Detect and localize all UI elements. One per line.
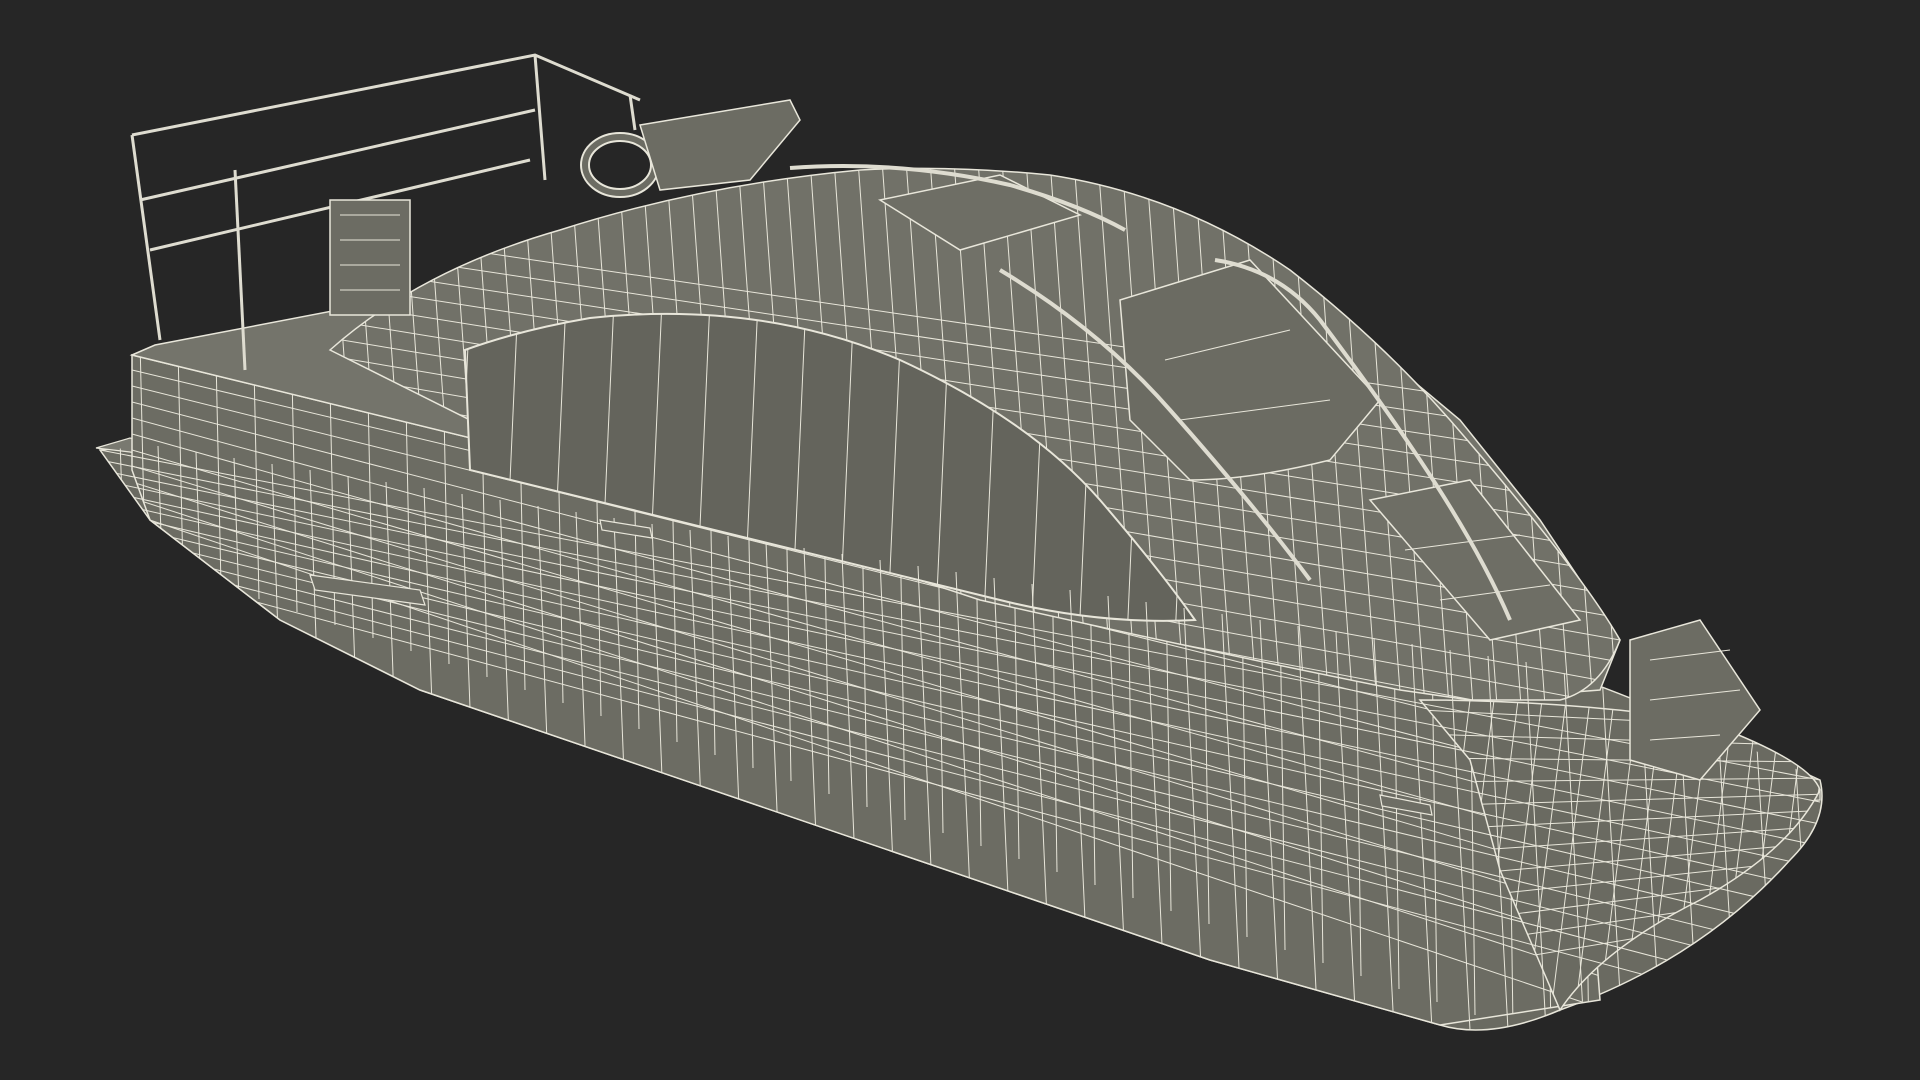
life-ring xyxy=(580,132,660,198)
boat-wireframe xyxy=(95,53,1823,1031)
stern-cleat xyxy=(329,199,411,316)
mesh-line xyxy=(1789,700,1820,1010)
viewport xyxy=(0,0,1920,1080)
stern-antenna-mount xyxy=(639,99,801,191)
roof-hatch-front xyxy=(1119,259,1381,481)
mesh-line xyxy=(119,445,141,1030)
mesh-line xyxy=(1791,703,1813,1030)
